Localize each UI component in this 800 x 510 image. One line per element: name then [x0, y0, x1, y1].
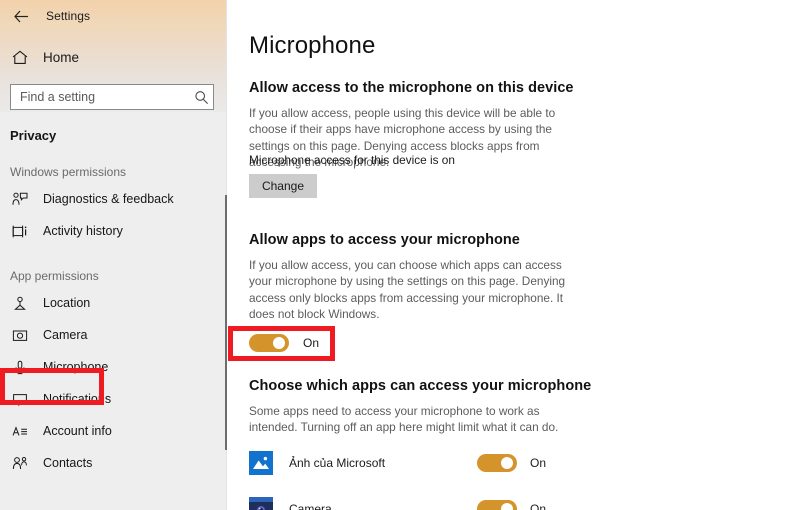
sidebar-item-camera-label: Camera — [43, 328, 88, 342]
page-title: Microphone — [249, 32, 376, 59]
toggle-knob — [273, 337, 285, 349]
sidebar-item-contacts[interactable]: Contacts — [0, 447, 226, 479]
camera-app-icon — [249, 497, 273, 510]
home-icon — [10, 47, 30, 67]
app-list-item: Ảnh của Microsoft On — [249, 440, 579, 486]
device-access-status-wrap: Microphone access for this device is on — [249, 153, 455, 167]
photos-app-icon — [249, 451, 273, 475]
section-apps-access-body: If you allow access, you can choose whic… — [249, 258, 566, 322]
section-apps-access-heading: Allow apps to access your microphone — [249, 232, 520, 248]
toggle-knob — [501, 503, 513, 510]
sidebar: Settings Home Find a setting Privacy Win… — [0, 0, 226, 510]
main-content: Microphone Allow access to the microphon… — [227, 0, 800, 510]
sidebar-item-diagnostics-feedback-label: Diagnostics & feedback — [43, 192, 174, 206]
activity-history-icon — [10, 221, 30, 241]
sidebar-item-activity-history[interactable]: Activity history — [0, 215, 226, 247]
section-choose-apps-body: Some apps need to access your microphone… — [249, 404, 559, 435]
title-bar: Settings — [0, 0, 226, 32]
diagnostics-icon — [10, 189, 30, 209]
sidebar-group-windows-permissions-label: Windows permissions — [10, 165, 127, 179]
app-list-item: Camera On — [249, 486, 579, 510]
app-toggle-label: On — [530, 502, 547, 510]
search-input[interactable] — [11, 85, 189, 109]
camera-icon — [10, 325, 30, 345]
sidebar-group-app-permissions-label: App permissions — [10, 269, 99, 283]
search-icon[interactable] — [189, 90, 213, 105]
app-toggle[interactable] — [477, 454, 517, 472]
sidebar-item-notifications-label: Notifications — [43, 392, 112, 406]
app-toggle-wrap[interactable]: On — [477, 500, 546, 510]
sidebar-item-microphone[interactable]: Microphone — [0, 351, 226, 383]
account-info-icon — [10, 421, 30, 441]
notifications-icon — [10, 389, 30, 409]
device-access-status: Microphone access for this device is on — [249, 153, 455, 167]
apps-access-toggle[interactable] — [249, 334, 289, 352]
section-choose-apps-heading: Choose which apps can access your microp… — [249, 378, 592, 394]
app-toggle[interactable] — [477, 500, 517, 510]
section-apps-access: Allow apps to access your microphone If … — [249, 232, 579, 323]
settings-window: Settings Home Find a setting Privacy Win… — [0, 0, 800, 510]
app-toggle-label: On — [530, 456, 547, 470]
sidebar-scrollbar[interactable] — [225, 195, 227, 450]
sidebar-item-location[interactable]: Location — [0, 287, 226, 319]
sidebar-item-account-info-label: Account info — [43, 424, 112, 438]
apps-access-toggle-row[interactable]: On — [249, 334, 319, 352]
location-pin-icon — [10, 293, 30, 313]
sidebar-item-activity-history-label: Activity history — [43, 224, 123, 238]
sidebar-item-camera[interactable]: Camera — [0, 319, 226, 351]
back-arrow-icon[interactable] — [10, 5, 32, 27]
sidebar-item-home-label: Home — [43, 49, 80, 65]
sidebar-item-notifications[interactable]: Notifications — [0, 383, 226, 415]
sidebar-item-home[interactable]: Home — [0, 42, 226, 72]
section-device-access-heading: Allow access to the microphone on this d… — [249, 80, 574, 96]
sidebar-item-microphone-label: Microphone — [43, 360, 109, 374]
window-title: Settings — [46, 9, 91, 23]
search-box[interactable] — [10, 84, 214, 110]
section-choose-apps: Choose which apps can access your microp… — [249, 378, 591, 436]
contacts-icon — [10, 453, 30, 473]
apps-access-toggle-label: On — [303, 336, 320, 350]
sidebar-item-contacts-label: Contacts — [43, 456, 93, 470]
sidebar-section-privacy: Privacy — [10, 128, 57, 143]
change-button[interactable]: Change — [249, 174, 317, 198]
app-permission-list: Ảnh của Microsoft On Camera On — [249, 440, 579, 510]
toggle-knob — [501, 457, 513, 469]
microphone-icon — [10, 357, 30, 377]
sidebar-item-diagnostics-feedback[interactable]: Diagnostics & feedback — [0, 183, 226, 215]
sidebar-item-account-info[interactable]: Account info — [0, 415, 226, 447]
sidebar-item-location-label: Location — [43, 296, 91, 310]
app-toggle-wrap[interactable]: On — [477, 454, 546, 472]
